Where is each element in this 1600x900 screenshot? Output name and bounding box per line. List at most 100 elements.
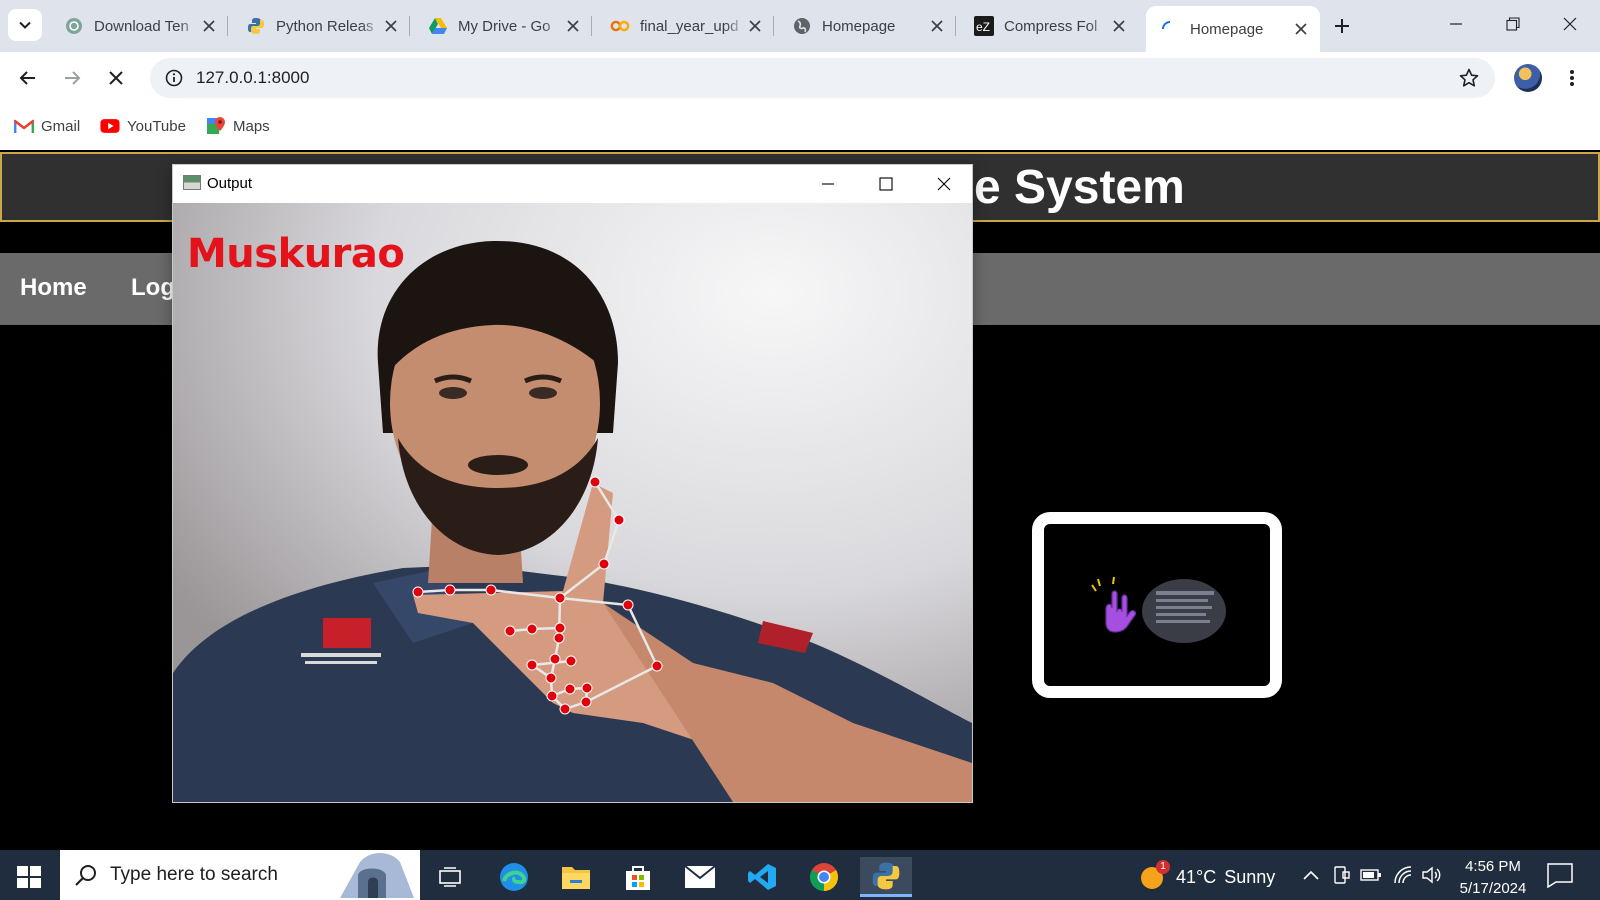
restore-button[interactable] <box>1499 10 1527 38</box>
chevron-up-icon <box>1303 870 1319 880</box>
hand-landmark-point <box>412 586 424 598</box>
bookmark-label: Maps <box>233 117 270 135</box>
output-window-titlebar[interactable]: Output <box>173 165 972 203</box>
hand-landmark-point <box>613 514 625 526</box>
youtube-icon <box>100 116 120 136</box>
taskbar-store[interactable] <box>612 857 664 897</box>
tab-title: My Drive - Go <box>458 17 551 35</box>
weather-widget[interactable]: 1 41°C Sunny <box>1140 860 1275 890</box>
hand-landmark-point <box>549 653 561 665</box>
notification-icon[interactable] <box>1546 862 1574 888</box>
show-hidden-icons-button[interactable] <box>1300 864 1322 886</box>
close-window-button[interactable] <box>1556 10 1584 38</box>
close-icon[interactable] <box>564 17 582 35</box>
hand-landmark-point <box>651 660 663 672</box>
output-close-button[interactable] <box>929 171 959 197</box>
taskbar-edge[interactable] <box>488 857 540 897</box>
tab-3[interactable]: final_year_upd <box>596 6 774 46</box>
python-icon <box>872 862 900 889</box>
url-text[interactable]: 127.0.0.1:8000 <box>196 68 309 88</box>
taskbar-file-explorer[interactable] <box>550 857 602 897</box>
hand-landmark-point <box>526 623 538 635</box>
tab-4[interactable]: Homepage <box>778 6 956 46</box>
tab-separator <box>773 16 774 36</box>
taskbar-vscode[interactable] <box>736 857 788 897</box>
stop-loading-button[interactable] <box>100 62 132 94</box>
new-tab-button[interactable] <box>1328 12 1356 40</box>
taskbar-python[interactable] <box>860 857 912 897</box>
svg-text:eZ: eZ <box>976 20 990 34</box>
profile-avatar[interactable] <box>1514 64 1542 92</box>
webcam-frame: Muskurao <box>173 203 972 802</box>
arrow-left-icon <box>19 71 35 85</box>
minimize-icon <box>822 183 834 185</box>
bookmark-label: YouTube <box>127 117 186 135</box>
browser-toolbar: 127.0.0.1:8000 <box>0 52 1600 104</box>
edge-icon <box>500 863 528 891</box>
battery-icon <box>1360 869 1381 881</box>
restore-icon <box>1506 17 1520 31</box>
close-icon[interactable] <box>746 17 764 35</box>
tab-6-active[interactable]: Homepage <box>1146 6 1320 52</box>
tab-title: Compress Fol <box>1004 17 1098 35</box>
weather-temperature: 41°C <box>1176 866 1217 887</box>
tab-search-button[interactable] <box>8 9 42 41</box>
hand-landmark-point <box>559 703 571 715</box>
tab-separator <box>955 16 956 36</box>
tab-strip: Download Ten Python Releas My Drive - Go… <box>0 0 1600 52</box>
screen: Download Ten Python Releas My Drive - Go… <box>0 0 1600 900</box>
tab-separator <box>591 16 592 36</box>
taskbar-mail[interactable] <box>674 857 726 897</box>
tab-title: Homepage <box>1190 20 1264 38</box>
bookmark-star-icon[interactable] <box>1457 66 1481 90</box>
google-drive-icon <box>428 16 448 36</box>
bookmark-maps[interactable]: Maps <box>206 116 270 136</box>
network-button[interactable] <box>1392 864 1414 886</box>
close-icon <box>1563 17 1577 31</box>
taskbar-search-box[interactable]: Type here to search <box>60 850 420 900</box>
close-icon[interactable] <box>928 17 946 35</box>
ezyzip-icon: eZ <box>974 16 994 36</box>
taskbar-chrome[interactable] <box>798 857 850 897</box>
tab-2[interactable]: My Drive - Go <box>414 6 592 46</box>
bookmark-label: Gmail <box>41 117 81 135</box>
search-placeholder: Type here to search <box>110 864 278 885</box>
output-minimize-button[interactable] <box>813 171 843 197</box>
bookmark-gmail[interactable]: Gmail <box>14 116 80 136</box>
site-info-icon[interactable] <box>162 66 186 90</box>
bookmark-youtube[interactable]: YouTube <box>100 116 186 136</box>
windows-start-icon[interactable] <box>14 862 44 892</box>
close-icon[interactable] <box>1292 20 1310 38</box>
battery-button[interactable] <box>1360 864 1382 886</box>
close-icon[interactable] <box>200 17 218 35</box>
task-view-button[interactable] <box>424 857 476 897</box>
address-bar[interactable]: 127.0.0.1:8000 <box>150 58 1495 98</box>
folder-icon <box>562 867 590 889</box>
tab-5[interactable]: eZ Compress Fol <box>960 6 1138 46</box>
search-highlight-illustration <box>340 853 414 898</box>
taskbar-clock[interactable]: 4:56 PM 5/17/2024 <box>1452 856 1534 900</box>
meet-now-button[interactable] <box>1330 864 1352 886</box>
hand-landmark-point <box>554 592 566 604</box>
nav-link-home[interactable]: Home <box>20 274 87 302</box>
output-maximize-button[interactable] <box>871 171 901 197</box>
tab-0[interactable]: Download Ten <box>50 6 228 46</box>
python-icon <box>246 16 266 36</box>
hand-landmark-point <box>580 696 592 708</box>
hand-landmark-point <box>545 672 557 684</box>
wifi-icon <box>1394 866 1412 884</box>
close-icon[interactable] <box>1110 17 1128 35</box>
volume-button[interactable] <box>1420 864 1442 886</box>
close-icon[interactable] <box>382 17 400 35</box>
nav-link-login[interactable]: Log <box>131 274 175 302</box>
hand-landmark-point <box>485 584 497 596</box>
forward-button[interactable] <box>56 62 88 94</box>
maps-icon <box>206 116 226 136</box>
back-button[interactable] <box>12 62 44 94</box>
minimize-button[interactable] <box>1442 10 1470 38</box>
tab-1[interactable]: Python Releas <box>232 6 410 46</box>
chatgpt-icon <box>64 16 84 36</box>
chrome-menu-button[interactable] <box>1556 62 1588 94</box>
close-icon <box>937 177 951 191</box>
mail-icon <box>684 865 716 888</box>
